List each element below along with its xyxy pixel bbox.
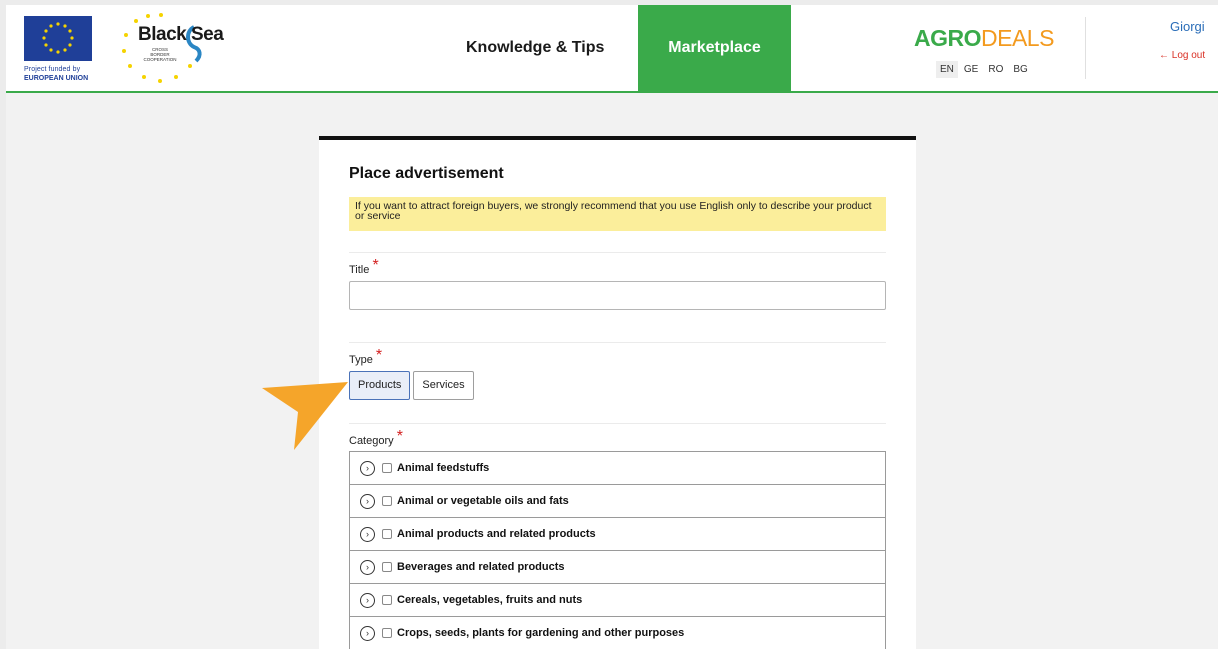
category-row: › Cereals, vegetables, fruits and nuts xyxy=(350,584,885,617)
english-notice: If you want to attract foreign buyers, w… xyxy=(349,197,886,231)
category-label-item[interactable]: Cereals, vegetables, fruits and nuts xyxy=(397,594,582,606)
nav-marketplace[interactable]: Marketplace xyxy=(638,5,791,93)
category-row: › Animal products and related products xyxy=(350,518,885,551)
category-label-item[interactable]: Beverages and related products xyxy=(397,561,565,573)
eu-logo: Project funded by EUROPEAN UNION xyxy=(22,16,94,86)
user-name-link[interactable]: Giorgi xyxy=(1170,19,1205,34)
page-title: Place advertisement xyxy=(349,165,504,182)
type-products-button[interactable]: Products xyxy=(349,371,411,400)
category-row: › Animal or vegetable oils and fats xyxy=(350,485,885,518)
black-sea-title: Black Sea xyxy=(138,24,224,45)
required-mark: * xyxy=(375,347,383,364)
type-services-button[interactable]: Services xyxy=(413,371,474,400)
lang-ro[interactable]: RO xyxy=(984,61,1007,78)
title-input[interactable] xyxy=(349,281,886,310)
category-checkbox[interactable] xyxy=(382,529,392,539)
lang-ge[interactable]: GE xyxy=(960,61,982,78)
expand-chevron-icon[interactable]: › xyxy=(360,526,375,542)
eu-union-text: EUROPEAN UNION xyxy=(24,75,89,82)
divider xyxy=(349,342,886,343)
agrodeals-logo[interactable]: AGRODEALS xyxy=(914,25,1054,52)
required-mark: * xyxy=(396,428,403,445)
category-label-item[interactable]: Animal products and related products xyxy=(397,528,596,540)
nav-knowledge-tips[interactable]: Knowledge & Tips xyxy=(466,5,604,93)
category-row: › Beverages and related products xyxy=(350,551,885,584)
black-sea-subtitle: CROSS BORDER COOPERATION xyxy=(143,47,177,62)
black-sea-logo: Black Sea CROSS BORDER COOPERATION xyxy=(116,11,226,87)
category-checkbox[interactable] xyxy=(382,628,392,638)
category-checkbox[interactable] xyxy=(382,463,392,473)
category-label: Category * xyxy=(349,428,403,449)
type-label-text: Type xyxy=(349,354,373,366)
category-label-item[interactable]: Animal or vegetable oils and fats xyxy=(397,495,569,507)
divider xyxy=(349,423,886,424)
type-label: Type * xyxy=(349,347,383,368)
advertisement-form-card: Place advertisement If you want to attra… xyxy=(319,136,916,649)
site-header: Project funded by EUROPEAN UNION Black S… xyxy=(6,5,1218,93)
lang-en[interactable]: EN xyxy=(936,61,958,78)
category-row: › Animal feedstuffs xyxy=(350,452,885,485)
expand-chevron-icon[interactable]: › xyxy=(360,625,375,641)
required-mark: * xyxy=(372,257,379,274)
logout-link[interactable]: ← Log out xyxy=(1159,50,1205,61)
title-label: Title * xyxy=(349,257,379,278)
category-checkbox[interactable] xyxy=(382,595,392,605)
category-label-item[interactable]: Animal feedstuffs xyxy=(397,462,489,474)
divider xyxy=(349,252,886,253)
brand-part-deals: DEALS xyxy=(981,25,1054,51)
lang-bg[interactable]: BG xyxy=(1009,61,1031,78)
eu-funded-text: Project funded by xyxy=(24,66,81,73)
header-divider xyxy=(1085,17,1086,79)
category-row: › Crops, seeds, plants for gardening and… xyxy=(350,617,885,649)
expand-chevron-icon[interactable]: › xyxy=(360,493,375,509)
category-checkbox[interactable] xyxy=(382,562,392,572)
category-label-item[interactable]: Crops, seeds, plants for gardening and o… xyxy=(397,627,684,639)
type-toggle-group: Products Services xyxy=(349,371,474,400)
expand-chevron-icon[interactable]: › xyxy=(360,460,375,476)
category-list: › Animal feedstuffs › Animal or vegetabl… xyxy=(349,451,886,649)
page-frame: Project funded by EUROPEAN UNION Black S… xyxy=(6,5,1218,649)
category-checkbox[interactable] xyxy=(382,496,392,506)
title-label-text: Title xyxy=(349,264,370,276)
eu-flag-icon xyxy=(24,16,92,61)
expand-chevron-icon[interactable]: › xyxy=(360,592,375,608)
brand-part-agro: AGRO xyxy=(914,25,982,51)
language-switcher: EN GE RO BG xyxy=(936,61,1032,78)
pointer-arrow-icon xyxy=(262,382,348,450)
expand-chevron-icon[interactable]: › xyxy=(360,559,375,575)
